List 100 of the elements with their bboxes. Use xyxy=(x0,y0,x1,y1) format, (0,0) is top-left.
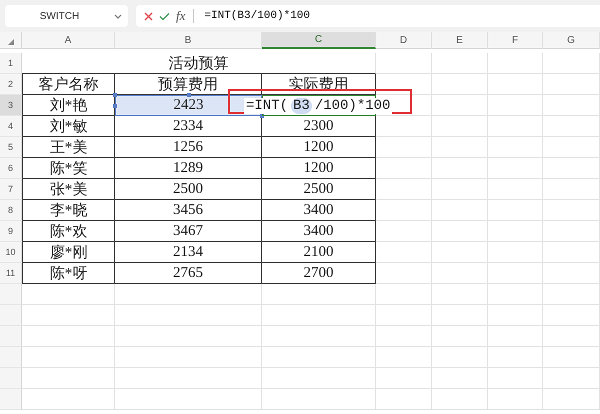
column-header[interactable]: C xyxy=(262,32,376,49)
empty-cell[interactable] xyxy=(376,200,432,221)
empty-cell[interactable] xyxy=(488,53,543,74)
empty-cell[interactable] xyxy=(543,158,600,179)
empty-cell[interactable] xyxy=(543,137,600,158)
empty-cell[interactable] xyxy=(543,74,600,95)
empty-cell[interactable] xyxy=(432,389,488,410)
empty-cell[interactable] xyxy=(115,389,262,410)
row-header[interactable] xyxy=(0,389,22,410)
empty-cell[interactable] xyxy=(543,263,600,284)
empty-cell[interactable] xyxy=(543,347,600,368)
empty-cell[interactable] xyxy=(488,326,543,347)
empty-cell[interactable] xyxy=(543,284,600,305)
empty-cell[interactable] xyxy=(376,137,432,158)
empty-cell[interactable] xyxy=(115,368,262,389)
cancel-icon[interactable] xyxy=(144,12,153,20)
empty-cell[interactable] xyxy=(262,389,376,410)
column-header[interactable]: F xyxy=(488,32,543,49)
empty-cell[interactable] xyxy=(376,179,432,200)
empty-cell[interactable] xyxy=(543,326,600,347)
formula-input[interactable]: =INT( B3 /100)*100 xyxy=(244,98,392,114)
empty-cell[interactable] xyxy=(376,158,432,179)
empty-cell[interactable] xyxy=(543,221,600,242)
row-header[interactable] xyxy=(0,284,22,305)
empty-cell[interactable] xyxy=(115,305,262,326)
empty-cell[interactable] xyxy=(376,389,432,410)
formula-text[interactable]: =INT(B3/100)*100 xyxy=(204,10,310,22)
empty-cell[interactable] xyxy=(543,53,600,74)
empty-cell[interactable] xyxy=(432,200,488,221)
empty-cell[interactable] xyxy=(488,74,543,95)
empty-cell[interactable] xyxy=(262,326,376,347)
empty-cell[interactable] xyxy=(432,305,488,326)
empty-cell[interactable] xyxy=(376,347,432,368)
empty-cell[interactable] xyxy=(488,284,543,305)
row-header[interactable] xyxy=(0,326,22,347)
empty-cell[interactable] xyxy=(432,74,488,95)
empty-cell[interactable] xyxy=(432,53,488,74)
empty-cell[interactable] xyxy=(432,368,488,389)
empty-cell[interactable] xyxy=(262,368,376,389)
empty-cell[interactable] xyxy=(432,263,488,284)
empty-cell[interactable] xyxy=(488,263,543,284)
empty-cell[interactable] xyxy=(376,305,432,326)
empty-cell[interactable] xyxy=(432,221,488,242)
empty-cell[interactable] xyxy=(543,200,600,221)
empty-cell[interactable] xyxy=(488,221,543,242)
empty-cell[interactable] xyxy=(432,116,488,137)
column-header[interactable]: A xyxy=(22,32,115,49)
empty-cell[interactable] xyxy=(376,221,432,242)
insert-function-button[interactable]: fx xyxy=(176,8,186,24)
empty-cell[interactable] xyxy=(488,158,543,179)
empty-cell[interactable] xyxy=(376,284,432,305)
empty-cell[interactable] xyxy=(432,137,488,158)
row-header[interactable]: 6 xyxy=(0,158,22,179)
empty-cell[interactable] xyxy=(376,116,432,137)
empty-cell[interactable] xyxy=(543,305,600,326)
row-header[interactable] xyxy=(0,368,22,389)
row-header[interactable]: 7 xyxy=(0,179,22,200)
empty-cell[interactable] xyxy=(543,242,600,263)
empty-cell[interactable] xyxy=(488,137,543,158)
empty-cell[interactable] xyxy=(432,326,488,347)
empty-cell[interactable] xyxy=(488,179,543,200)
column-header[interactable]: E xyxy=(432,32,488,49)
row-header[interactable] xyxy=(0,347,22,368)
empty-cell[interactable] xyxy=(432,242,488,263)
empty-cell[interactable] xyxy=(432,284,488,305)
empty-cell[interactable] xyxy=(543,95,600,116)
row-header[interactable]: 10 xyxy=(0,242,22,263)
column-header[interactable]: B xyxy=(115,32,262,49)
empty-cell[interactable] xyxy=(262,284,376,305)
empty-cell[interactable] xyxy=(543,116,600,137)
empty-cell[interactable] xyxy=(543,389,600,410)
empty-cell[interactable] xyxy=(432,158,488,179)
confirm-icon[interactable] xyxy=(159,12,170,20)
empty-cell[interactable] xyxy=(262,305,376,326)
empty-cell[interactable] xyxy=(488,368,543,389)
empty-cell[interactable] xyxy=(543,368,600,389)
row-header[interactable]: 5 xyxy=(0,137,22,158)
empty-cell[interactable] xyxy=(376,53,432,74)
empty-cell[interactable] xyxy=(115,326,262,347)
empty-cell[interactable] xyxy=(376,242,432,263)
select-all-button[interactable] xyxy=(0,32,22,49)
empty-cell[interactable] xyxy=(488,389,543,410)
empty-cell[interactable] xyxy=(115,347,262,368)
empty-cell[interactable] xyxy=(432,179,488,200)
empty-cell[interactable] xyxy=(376,368,432,389)
column-header[interactable]: G xyxy=(543,32,600,49)
row-header[interactable]: 2 xyxy=(0,74,22,95)
empty-cell[interactable] xyxy=(488,95,543,116)
row-header[interactable]: 9 xyxy=(0,221,22,242)
empty-cell[interactable] xyxy=(432,347,488,368)
column-header[interactable]: D xyxy=(376,32,432,49)
row-header[interactable]: 4 xyxy=(0,116,22,137)
empty-cell[interactable] xyxy=(488,242,543,263)
empty-cell[interactable] xyxy=(488,305,543,326)
empty-cell[interactable] xyxy=(376,263,432,284)
formula-bar[interactable]: fx =INT(B3/100)*100 xyxy=(136,5,600,27)
name-box[interactable]: SWITCH xyxy=(5,5,128,27)
empty-cell[interactable] xyxy=(488,200,543,221)
row-header[interactable] xyxy=(0,305,22,326)
row-header[interactable]: 1 xyxy=(0,53,22,74)
